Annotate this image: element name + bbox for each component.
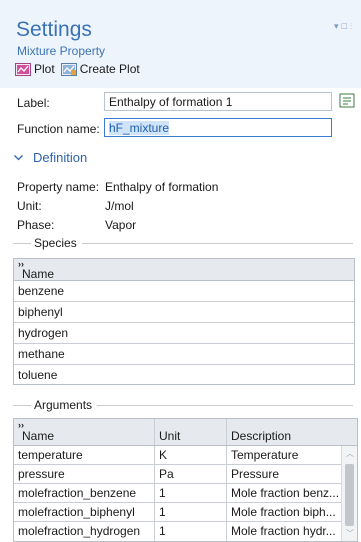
chevron-down-icon bbox=[14, 154, 23, 160]
arguments-column-unit[interactable]: Unit bbox=[159, 429, 180, 443]
function-name-input[interactable]: hF_mixture bbox=[104, 118, 332, 137]
label-caption: Label: bbox=[17, 96, 50, 110]
property-name-row: Property name: Enthalpy of formation bbox=[17, 180, 218, 194]
property-name-caption: Property name: bbox=[17, 180, 100, 194]
argument-name-cell: molefraction_biphenyl bbox=[18, 505, 135, 519]
species-group-label: Species bbox=[34, 236, 77, 250]
divider bbox=[81, 242, 353, 244]
unit-value: J/mol bbox=[105, 199, 134, 213]
argument-row[interactable]: temperature K Temperature bbox=[14, 446, 341, 465]
column-divider bbox=[154, 419, 155, 445]
arguments-group-label: Arguments bbox=[34, 398, 93, 412]
species-table-header: ›› Name bbox=[14, 259, 354, 281]
argument-unit-cell: K bbox=[154, 446, 226, 464]
window-controls: ▾□⫶ bbox=[334, 21, 355, 32]
phase-caption: Phase: bbox=[17, 218, 55, 232]
species-name-cell: biphenyl bbox=[18, 305, 63, 319]
arguments-table-body: temperature K Temperature pressure Pa Pressur… bbox=[14, 446, 341, 541]
plot-button[interactable]: Plot bbox=[15, 62, 55, 76]
argument-row[interactable]: molefraction_hydrogen 1 Mole fraction hydr… bbox=[14, 522, 341, 541]
plot-icon bbox=[15, 62, 31, 76]
arguments-group-title: Arguments bbox=[13, 398, 353, 412]
argument-name-cell: molefraction_hydrogen bbox=[18, 524, 141, 538]
species-row[interactable]: hydrogen bbox=[14, 323, 354, 344]
argument-name-cell: molefraction_benzene bbox=[18, 486, 137, 500]
definition-section-header[interactable]: Definition bbox=[14, 150, 87, 165]
divider bbox=[13, 404, 31, 406]
species-name-cell: toluene bbox=[18, 368, 58, 382]
plot-button-label: Plot bbox=[34, 62, 55, 76]
species-table: ›› Name benzene biphenyl hydrogen methane to… bbox=[13, 258, 355, 385]
species-row[interactable]: benzene bbox=[14, 281, 354, 302]
species-row[interactable]: toluene bbox=[14, 365, 354, 386]
species-name-cell: benzene bbox=[18, 284, 65, 298]
argument-name-cell: pressure bbox=[18, 467, 65, 481]
scroll-down-icon[interactable]: ﹀ bbox=[342, 528, 358, 539]
scrollbar-thumb[interactable] bbox=[345, 464, 354, 526]
maximize-icon[interactable]: □ bbox=[342, 21, 350, 31]
scroll-up-icon[interactable]: ︿ bbox=[342, 448, 358, 459]
argument-description-cell: Pressure bbox=[226, 465, 343, 483]
pin-icon[interactable]: ⫶ bbox=[350, 22, 355, 31]
argument-description-cell: Mole fraction benz... bbox=[226, 484, 343, 502]
unit-caption: Unit: bbox=[17, 199, 42, 213]
label-input-value: Enthalpy of formation 1 bbox=[109, 95, 233, 109]
phase-value: Vapor bbox=[105, 218, 137, 232]
argument-unit-cell: 1 bbox=[154, 503, 226, 521]
phase-row: Phase: Vapor bbox=[17, 218, 136, 232]
species-group-title: Species bbox=[13, 236, 353, 250]
species-name-cell: methane bbox=[18, 347, 65, 361]
argument-unit-cell: 1 bbox=[154, 522, 226, 541]
dropdown-icon[interactable]: ▾ bbox=[334, 21, 342, 31]
label-input[interactable]: Enthalpy of formation 1 bbox=[104, 92, 332, 111]
species-column-name[interactable]: Name bbox=[22, 267, 54, 281]
argument-name-cell: temperature bbox=[18, 448, 83, 462]
page-title: Settings bbox=[16, 18, 92, 41]
argument-unit-cell: Pa bbox=[154, 465, 226, 483]
arguments-table-header: ›› Name Unit Description bbox=[14, 419, 357, 446]
create-plot-icon bbox=[60, 62, 77, 76]
settings-header: Settings Mixture Property ▾□⫶ Plot Creat… bbox=[0, 0, 361, 88]
argument-row[interactable]: pressure Pa Pressure bbox=[14, 465, 341, 484]
page-subtitle: Mixture Property bbox=[17, 44, 106, 58]
arguments-table: ›› Name Unit Description temperature K Tem… bbox=[13, 418, 358, 542]
column-divider bbox=[226, 419, 227, 445]
argument-unit-cell: 1 bbox=[154, 484, 226, 502]
toolbar: Plot Create Plot bbox=[15, 62, 146, 76]
argument-row[interactable]: molefraction_benzene 1 Mole fraction benz.… bbox=[14, 484, 341, 503]
argument-description-cell: Mole fraction biph... bbox=[226, 503, 343, 521]
species-name-cell: hydrogen bbox=[18, 326, 69, 340]
definition-section-title: Definition bbox=[33, 150, 88, 165]
property-name-value: Enthalpy of formation bbox=[105, 180, 219, 194]
divider bbox=[97, 404, 353, 406]
create-plot-button-label: Create Plot bbox=[79, 62, 140, 76]
argument-row[interactable]: molefraction_biphenyl 1 Mole fraction biph… bbox=[14, 503, 341, 522]
unit-row: Unit: J/mol bbox=[17, 199, 134, 213]
argument-description-cell: Mole fraction hydr... bbox=[226, 522, 343, 541]
function-name-caption: Function name: bbox=[17, 122, 100, 136]
arguments-column-description[interactable]: Description bbox=[231, 429, 291, 443]
function-name-value: hF_mixture bbox=[109, 121, 170, 135]
create-plot-button[interactable]: Create Plot bbox=[60, 62, 140, 76]
text-edit-icon[interactable] bbox=[338, 92, 356, 110]
species-table-body: benzene biphenyl hydrogen methane toluene bbox=[14, 281, 354, 386]
arguments-column-name[interactable]: Name bbox=[22, 429, 54, 443]
divider bbox=[13, 242, 31, 244]
species-row[interactable]: biphenyl bbox=[14, 302, 354, 323]
argument-description-cell: Temperature bbox=[226, 446, 343, 464]
arguments-scrollbar[interactable]: ︿ ﹀ bbox=[341, 446, 357, 541]
species-row[interactable]: methane bbox=[14, 344, 354, 365]
